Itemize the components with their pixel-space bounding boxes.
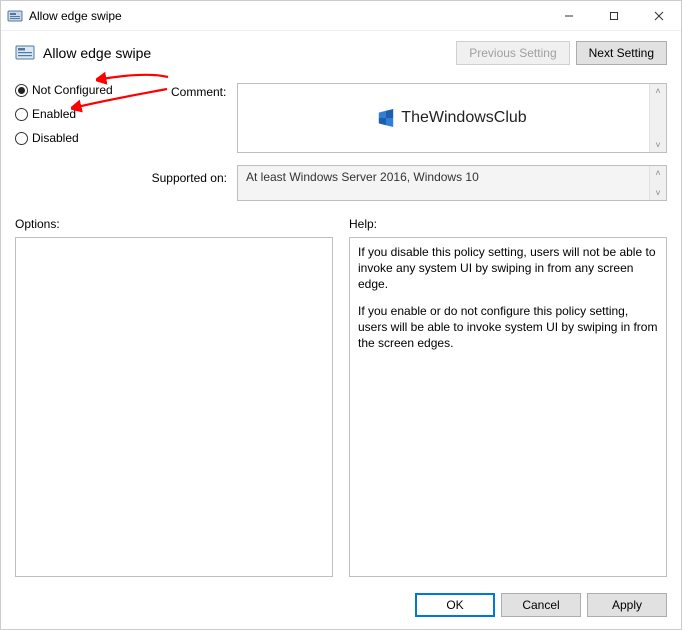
help-paragraph: If you disable this policy setting, user… <box>358 244 658 293</box>
radio-icon <box>15 108 28 121</box>
nav-buttons: Previous Setting Next Setting <box>456 41 667 65</box>
scroll-down-icon: ˅ <box>655 188 660 198</box>
options-panel <box>15 237 333 577</box>
next-setting-button[interactable]: Next Setting <box>576 41 667 65</box>
thewindowsclub-logo-icon <box>377 109 395 127</box>
minimize-button[interactable] <box>546 1 591 30</box>
radio-not-configured[interactable]: Not Configured <box>15 83 165 97</box>
header: Allow edge swipe Previous Setting Next S… <box>1 31 681 75</box>
maximize-button[interactable] <box>591 1 636 30</box>
policy-icon <box>7 8 23 24</box>
radio-label: Disabled <box>32 131 79 145</box>
thewindowsclub-watermark: TheWindowsClub <box>377 109 526 127</box>
scroll-down-icon: ˅ <box>655 140 660 150</box>
scroll-up-icon: ˄ <box>655 86 660 96</box>
help-label: Help: <box>349 217 667 231</box>
supported-scrollbar[interactable]: ˄ ˅ <box>649 166 666 200</box>
radio-icon <box>15 84 28 97</box>
dialog-footer: OK Cancel Apply <box>1 583 681 629</box>
config-area: Not Configured Enabled Disabled Comment: <box>1 75 681 207</box>
help-panel: If you disable this policy setting, user… <box>349 237 667 577</box>
comment-label: Comment: <box>171 83 231 99</box>
policy-icon <box>15 43 35 63</box>
cancel-button[interactable]: Cancel <box>501 593 581 617</box>
scroll-up-icon: ˄ <box>655 168 660 178</box>
state-radio-group: Not Configured Enabled Disabled <box>15 83 165 145</box>
radio-icon <box>15 132 28 145</box>
title-bar: Allow edge swipe <box>1 1 681 31</box>
close-button[interactable] <box>636 1 681 30</box>
radio-enabled[interactable]: Enabled <box>15 107 165 121</box>
window-title: Allow edge swipe <box>29 9 546 23</box>
supported-on-text: At least Windows Server 2016, Windows 10 <box>246 170 479 184</box>
radio-disabled[interactable]: Disabled <box>15 131 165 145</box>
apply-button[interactable]: Apply <box>587 593 667 617</box>
ok-button[interactable]: OK <box>415 593 495 617</box>
radio-label: Enabled <box>32 107 76 121</box>
radio-label: Not Configured <box>32 83 113 97</box>
comment-input[interactable]: TheWindowsClub ˄ ˅ <box>237 83 667 153</box>
split-area: Options: Help: If you disable this polic… <box>1 207 681 583</box>
previous-setting-button: Previous Setting <box>456 41 569 65</box>
page-title: Allow edge swipe <box>43 45 448 61</box>
supported-on-value: At least Windows Server 2016, Windows 10… <box>237 165 667 201</box>
comment-scrollbar[interactable]: ˄ ˅ <box>649 84 666 152</box>
options-label: Options: <box>15 217 333 231</box>
thewindowsclub-text: TheWindowsClub <box>401 109 526 127</box>
help-paragraph: If you enable or do not configure this p… <box>358 303 658 352</box>
supported-on-label: Supported on: <box>15 165 231 185</box>
window-controls <box>546 1 681 30</box>
policy-window: Allow edge swipe Allow edge swipe Previo… <box>0 0 682 630</box>
